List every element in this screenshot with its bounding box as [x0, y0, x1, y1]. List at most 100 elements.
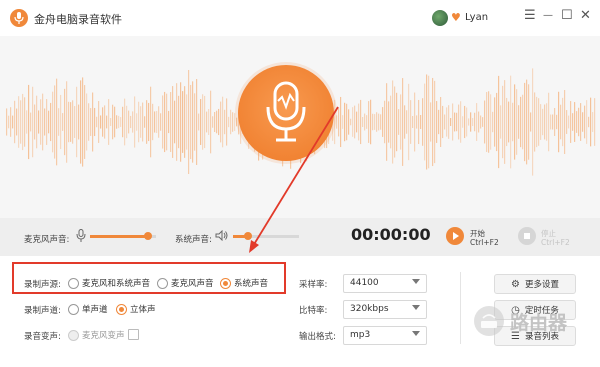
- waveform-bar: [352, 107, 354, 137]
- waveform-bar: [116, 115, 118, 129]
- waveform-bar: [454, 112, 456, 132]
- waveform-bar: [362, 117, 364, 127]
- waveform-bar: [452, 103, 454, 141]
- username[interactable]: Lyan: [465, 12, 488, 23]
- waveform-bar: [192, 81, 194, 163]
- chevron-down-icon: [412, 279, 420, 284]
- mic-volume-fill: [90, 235, 149, 238]
- voice-settings-icon[interactable]: [128, 329, 139, 340]
- output-format-select[interactable]: mp3: [343, 326, 427, 345]
- voice-change-option[interactable]: 麦克风变声: [68, 329, 125, 341]
- maximize-button[interactable]: ☐: [561, 8, 573, 23]
- channel-option-label: 立体声: [130, 305, 156, 315]
- waveform-bar: [472, 117, 474, 127]
- waveform-bar: [220, 101, 222, 143]
- waveform-bar: [166, 93, 168, 151]
- waveform-bar: [110, 118, 112, 126]
- system-volume-handle[interactable]: [243, 232, 252, 240]
- waveform-bar: [154, 111, 156, 133]
- waveform-bar: [572, 113, 574, 131]
- recording-timer: 00:00:00: [351, 225, 431, 244]
- waveform-bar: [408, 83, 410, 161]
- waveform-bar: [122, 106, 124, 138]
- mic-volume-slider[interactable]: [90, 232, 156, 240]
- waveform-bar: [42, 93, 44, 151]
- channel-option-stereo[interactable]: 立体声: [116, 303, 156, 315]
- waveform-bar: [496, 92, 498, 152]
- close-button[interactable]: ✕: [580, 8, 591, 23]
- record-button[interactable]: [238, 65, 334, 161]
- waveform-bar: [550, 114, 552, 130]
- waveform-bar: [336, 115, 338, 129]
- waveform-bar: [214, 112, 216, 132]
- waveform-bar: [18, 96, 20, 148]
- sample-rate-value: 44100: [350, 278, 379, 288]
- waveform-bar: [134, 96, 136, 148]
- waveform-bar: [188, 69, 190, 175]
- waveform-bar: [46, 99, 48, 145]
- waveform-bar: [534, 92, 536, 152]
- waveform-bar: [578, 107, 580, 137]
- waveform-bar: [136, 113, 138, 131]
- waveform-bar: [592, 112, 594, 132]
- waveform-bar: [428, 75, 430, 169]
- waveform-bar: [228, 116, 230, 128]
- speaker-icon[interactable]: [215, 230, 228, 241]
- waveform-bar: [126, 105, 128, 139]
- app-title: 金舟电脑录音软件: [34, 13, 122, 26]
- waveform-bar: [80, 80, 82, 164]
- waveform-bar: [8, 115, 10, 129]
- watermark: 路由器: [472, 300, 590, 342]
- waveform-bar: [562, 97, 564, 147]
- stop-button[interactable]: [518, 227, 536, 245]
- chevron-down-icon: [412, 305, 420, 310]
- waveform-bar: [74, 106, 76, 138]
- waveform-bar: [232, 112, 234, 132]
- waveform-bar: [100, 115, 102, 129]
- waveform-bar: [142, 102, 144, 142]
- waveform-bar: [178, 95, 180, 149]
- waveform-bar: [230, 109, 232, 135]
- waveform-bar: [490, 94, 492, 150]
- waveform-bar: [444, 114, 446, 130]
- start-button[interactable]: [446, 227, 464, 245]
- minimize-button[interactable]: —: [543, 10, 553, 21]
- system-volume-label: 系统声音:: [175, 235, 212, 245]
- waveform-bar: [176, 83, 178, 161]
- avatar[interactable]: [432, 10, 448, 26]
- waveform-bar: [480, 115, 482, 129]
- waveform-bar: [58, 108, 60, 136]
- stop-shortcut: Ctrl+F2: [541, 238, 570, 247]
- sample-rate-select[interactable]: 44100: [343, 274, 427, 293]
- waveform-bar: [508, 101, 510, 143]
- waveform-bar: [458, 104, 460, 140]
- waveform-bar: [580, 103, 582, 141]
- waveform-bar: [26, 110, 28, 134]
- waveform-bar: [410, 100, 412, 144]
- channel-option-mono[interactable]: 单声道: [68, 303, 108, 315]
- waveform-bar: [522, 94, 524, 150]
- title-bar: 金舟电脑录音软件 ♥ Lyan ☰ — ☐ ✕: [0, 0, 600, 36]
- waveform-bar: [478, 111, 480, 133]
- waveform-bar: [386, 83, 388, 161]
- waveform-bar: [212, 116, 214, 128]
- menu-icon[interactable]: ☰: [524, 8, 536, 23]
- app-logo-icon: [10, 9, 28, 27]
- waveform-bar: [380, 114, 382, 130]
- voice-change-label: 录音变声:: [24, 332, 61, 342]
- waveform-bar: [570, 101, 572, 143]
- waveform-bar: [504, 80, 506, 164]
- waveform-bar: [376, 112, 378, 132]
- waveform-bar: [216, 110, 218, 134]
- waveform-bar: [208, 109, 210, 135]
- waveform-bar: [148, 102, 150, 142]
- microphone-small-icon[interactable]: [76, 229, 86, 242]
- play-icon: [453, 232, 459, 240]
- more-settings-button[interactable]: ⚙ 更多设置: [494, 274, 576, 294]
- bitrate-select[interactable]: 320kbps: [343, 300, 427, 319]
- waveform-bar: [204, 95, 206, 149]
- system-volume-slider[interactable]: [233, 232, 299, 240]
- waveform-bar: [334, 99, 336, 145]
- waveform-bar: [344, 102, 346, 142]
- waveform-bar: [112, 104, 114, 140]
